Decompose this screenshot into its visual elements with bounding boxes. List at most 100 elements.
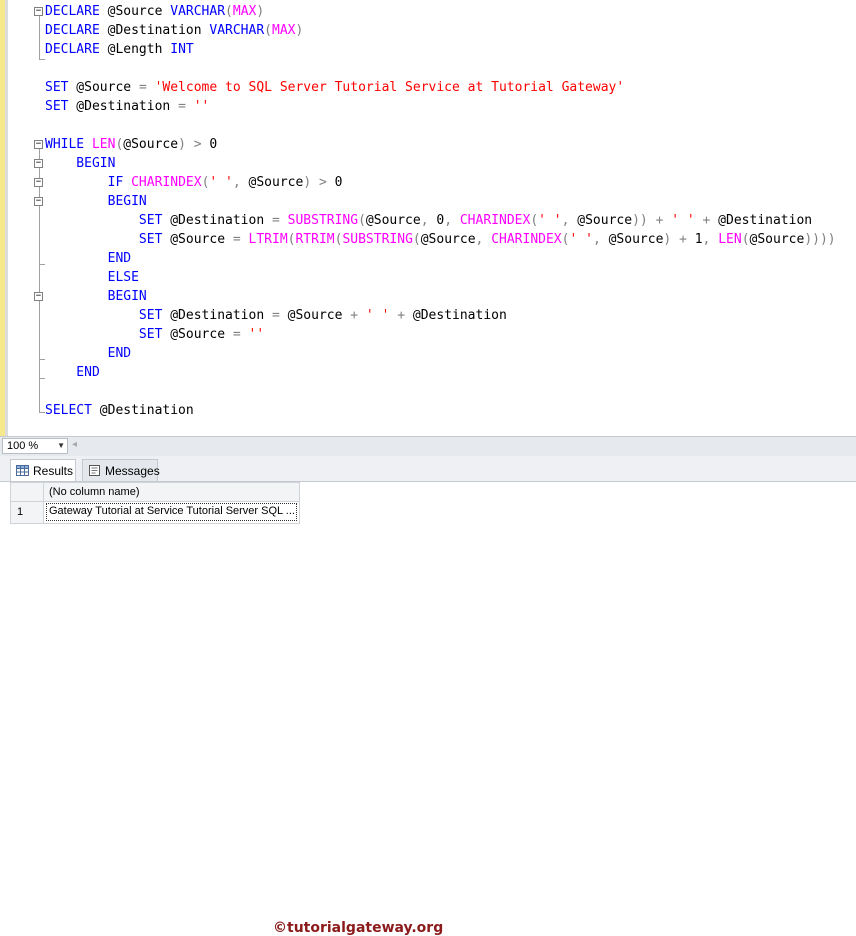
code-token: SET: [45, 308, 163, 323]
code-token: LTRIM: [248, 232, 288, 247]
code-token: (: [530, 213, 539, 228]
code-token: WHILE: [45, 137, 85, 152]
code-token: )))): [804, 232, 836, 247]
outline-line: [39, 149, 41, 412]
code-line[interactable]: SET @Destination = @Source + ' ' + @Dest…: [45, 306, 507, 325]
code-token: RTRIM: [295, 232, 335, 247]
code-token: ,: [420, 213, 429, 228]
code-token: 0: [201, 137, 218, 152]
code-line[interactable]: END: [45, 249, 131, 268]
code-token: SUBSTRING: [342, 232, 413, 247]
code-token: 0: [428, 213, 445, 228]
code-line[interactable]: BEGIN: [45, 192, 147, 211]
column-header[interactable]: (No column name): [44, 482, 300, 502]
collapse-icon[interactable]: −: [34, 7, 43, 16]
row-number[interactable]: 1: [10, 502, 44, 524]
code-token: @Source: [365, 213, 421, 228]
collapse-icon[interactable]: −: [34, 178, 43, 187]
code-token: ' ': [671, 213, 695, 228]
tab-results-label: Results: [33, 464, 74, 478]
code-token: MAX: [232, 4, 257, 19]
code-token: SET: [45, 327, 163, 342]
outline-line: [39, 16, 41, 59]
zoom-value: 100 %: [7, 440, 39, 452]
code-token: 1: [686, 232, 703, 247]
code-token: DECLARE: [45, 42, 100, 57]
code-line[interactable]: DECLARE @Destination VARCHAR(MAX): [45, 21, 303, 40]
code-token: END: [45, 365, 100, 380]
code-line[interactable]: SET @Destination = SUBSTRING(@Source, 0,…: [45, 211, 812, 230]
collapse-icon[interactable]: −: [34, 292, 43, 301]
code-line[interactable]: DECLARE @Source VARCHAR(MAX): [45, 2, 264, 21]
code-token: ,: [592, 232, 601, 247]
code-token: @Destination: [710, 213, 813, 228]
code-token: ' ': [538, 213, 562, 228]
code-token: ): [178, 137, 186, 152]
code-line[interactable]: SET @Source = '': [45, 325, 264, 344]
code-line[interactable]: WHILE LEN(@Source) > 0: [45, 135, 217, 154]
code-token: 'Welcome to SQL Server Tutorial Service …: [154, 80, 625, 95]
code-token: (: [741, 232, 750, 247]
chevron-down-icon: ▼: [57, 441, 65, 450]
code-token: @Length: [99, 42, 171, 57]
code-token: @Destination: [68, 99, 179, 114]
code-token: =: [271, 213, 280, 228]
code-token: 0: [326, 175, 343, 190]
code-token: IF: [45, 175, 124, 190]
query-editor[interactable]: − − − − − − DECLARE @Source VARCHAR(MAX)…: [0, 0, 856, 436]
code-line[interactable]: END: [45, 344, 131, 363]
code-token: @Source: [749, 232, 805, 247]
code-line[interactable]: SET @Destination = '': [45, 97, 209, 116]
watermark-text: ©tutorialgateway.org: [273, 920, 444, 936]
code-token: ): [295, 23, 304, 38]
code-line[interactable]: END: [45, 363, 100, 382]
collapse-icon[interactable]: −: [34, 140, 43, 149]
code-line[interactable]: BEGIN: [45, 287, 147, 306]
tab-results[interactable]: Results: [10, 459, 76, 481]
code-line[interactable]: SELECT @Destination: [45, 401, 194, 420]
code-token: +: [397, 308, 406, 323]
collapse-icon[interactable]: −: [34, 159, 43, 168]
collapse-icon[interactable]: −: [34, 197, 43, 206]
code-token: (: [412, 232, 421, 247]
code-token: @Destination: [162, 213, 272, 228]
selection-margin: [5, 0, 8, 436]
tab-messages[interactable]: Messages: [82, 459, 160, 481]
code-token: )): [632, 213, 648, 228]
code-token: @Source: [123, 137, 179, 152]
code-line[interactable]: BEGIN: [45, 154, 115, 173]
code-token: SET: [45, 99, 69, 114]
code-token: >: [193, 137, 202, 152]
code-token: ): [303, 175, 312, 190]
code-token: CHARINDEX: [491, 232, 562, 247]
editor-status-bar: 100 % ▼ ◂: [0, 436, 856, 456]
code-token: ,: [232, 175, 241, 190]
result-cell[interactable]: Gateway Tutorial at Service Tutorial Ser…: [44, 502, 300, 524]
code-token: @Destination: [99, 23, 210, 38]
grid-corner[interactable]: [10, 482, 44, 502]
code-token: @Destination: [162, 308, 272, 323]
code-line[interactable]: ELSE: [45, 268, 139, 287]
code-line[interactable]: DECLARE @Length INT: [45, 40, 194, 59]
code-token: +: [679, 232, 687, 247]
results-grid[interactable]: (No column name) 1 Gateway Tutorial at S…: [0, 482, 856, 527]
code-line[interactable]: IF CHARINDEX(' ', @Source) > 0: [45, 173, 343, 192]
tab-messages-label: Messages: [105, 464, 160, 478]
code-token: CHARINDEX: [459, 213, 531, 228]
code-token: LEN: [718, 232, 742, 247]
code-token: +: [350, 308, 359, 323]
code-token: @Source: [569, 213, 633, 228]
code-line[interactable]: SET @Source = 'Welcome to SQL Server Tut…: [45, 78, 624, 97]
scroll-left-icon[interactable]: ◂: [72, 439, 77, 450]
code-line[interactable]: SET @Source = LTRIM(RTRIM(SUBSTRING(@Sou…: [45, 230, 836, 249]
zoom-dropdown[interactable]: 100 % ▼: [2, 438, 68, 454]
code-token: =: [271, 308, 280, 323]
code-token: CHARINDEX: [131, 175, 202, 190]
